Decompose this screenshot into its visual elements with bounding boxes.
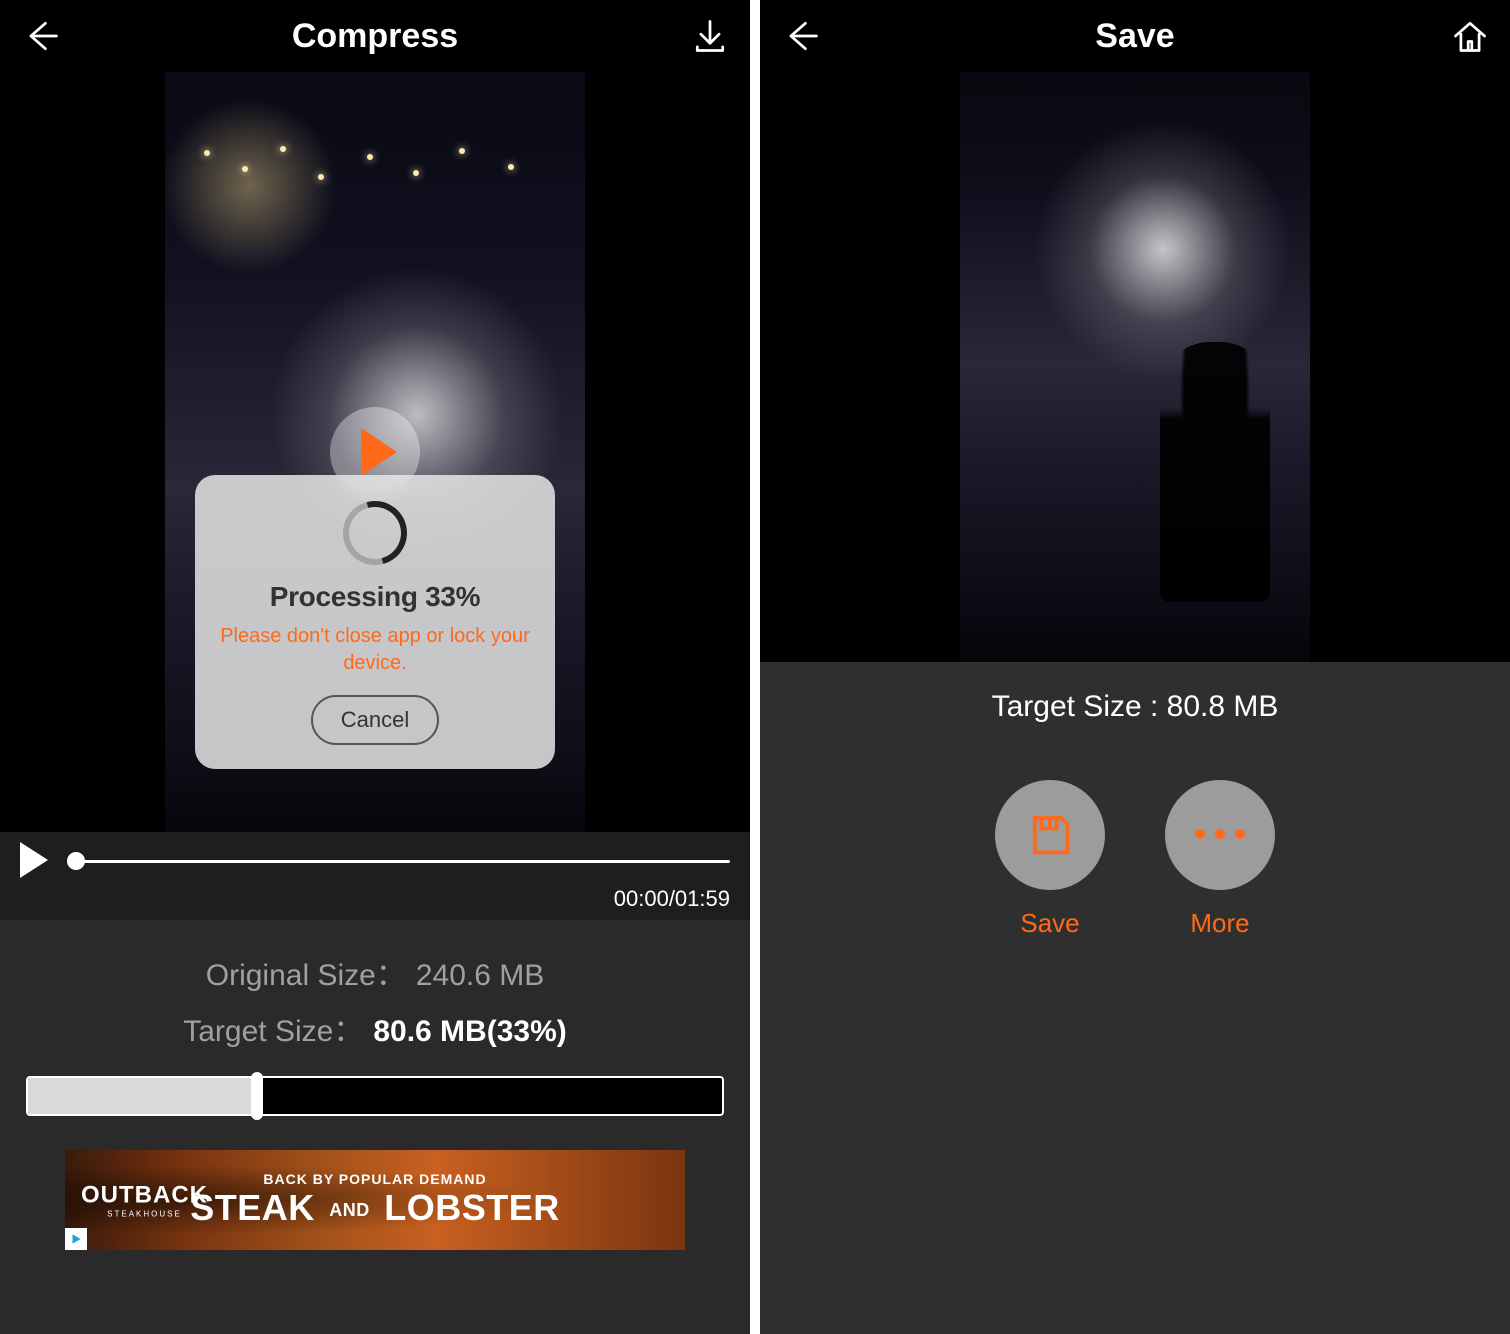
- more-button[interactable]: [1165, 780, 1275, 890]
- save-screen: Save Target Size : 80.8 MB Save: [760, 0, 1510, 1334]
- video-thumbnail: [960, 72, 1310, 662]
- target-size-row: Target Size： 80.6 MB(33%): [26, 1006, 724, 1050]
- play-button[interactable]: [20, 842, 58, 880]
- original-size-row: Original Size： 240.6 MB: [26, 950, 724, 994]
- back-button[interactable]: [778, 14, 822, 58]
- original-size-label: Original Size：: [206, 950, 406, 994]
- modal-title: Processing 33%: [215, 581, 535, 613]
- original-size-value: 240.6 MB: [416, 959, 544, 993]
- playback-bar: 00:00/01:59: [0, 832, 750, 920]
- cancel-button[interactable]: Cancel: [311, 695, 439, 745]
- play-icon: [361, 428, 397, 476]
- target-size-value: 80.6 MB(33%): [373, 1015, 566, 1049]
- video-preview[interactable]: [760, 72, 1510, 662]
- compress-screen: Compress Processing 33% Please don't clo…: [0, 0, 750, 1334]
- spinner-icon: [331, 489, 418, 576]
- play-icon: [20, 842, 48, 878]
- home-button[interactable]: [1448, 14, 1492, 58]
- back-button[interactable]: [18, 14, 62, 58]
- page-title: Compress: [292, 17, 458, 56]
- action-row: Save More: [760, 780, 1510, 939]
- more-label: More: [1165, 908, 1275, 939]
- more-icon: [1190, 826, 1250, 844]
- header: Compress: [0, 0, 750, 72]
- seek-track[interactable]: [76, 860, 730, 863]
- slider-fill: [28, 1078, 257, 1114]
- video-preview[interactable]: Processing 33% Please don't close app or…: [0, 72, 750, 832]
- slider-knob[interactable]: [251, 1072, 263, 1120]
- save-action: Save: [995, 780, 1105, 939]
- header: Save: [760, 0, 1510, 72]
- save-body: Target Size : 80.8 MB Save More: [760, 662, 1510, 1334]
- ad-brand-logo: OUTBACK STEAKHOUSE: [81, 1182, 208, 1219]
- ad-banner[interactable]: OUTBACK STEAKHOUSE BACK BY POPULAR DEMAN…: [65, 1150, 685, 1250]
- ad-choices-icon[interactable]: [65, 1228, 87, 1250]
- page-title: Save: [1095, 17, 1174, 56]
- ad-text: BACK BY POPULAR DEMAND STEAK AND LOBSTER: [190, 1171, 560, 1229]
- save-label: Save: [995, 908, 1105, 939]
- modal-message: Please don't close app or lock your devi…: [215, 623, 535, 677]
- save-button[interactable]: [995, 780, 1105, 890]
- size-slider[interactable]: [26, 1072, 724, 1120]
- target-size-text: Target Size : 80.8 MB: [760, 690, 1510, 724]
- processing-modal: Processing 33% Please don't close app or…: [195, 475, 555, 769]
- save-icon: [1024, 809, 1076, 861]
- seek-knob[interactable]: [67, 852, 85, 870]
- size-panel: Original Size： 240.6 MB Target Size： 80.…: [0, 920, 750, 1334]
- time-display: 00:00/01:59: [20, 886, 730, 912]
- download-button[interactable]: [688, 14, 732, 58]
- more-action: More: [1165, 780, 1275, 939]
- target-size-label: Target Size：: [183, 1006, 363, 1050]
